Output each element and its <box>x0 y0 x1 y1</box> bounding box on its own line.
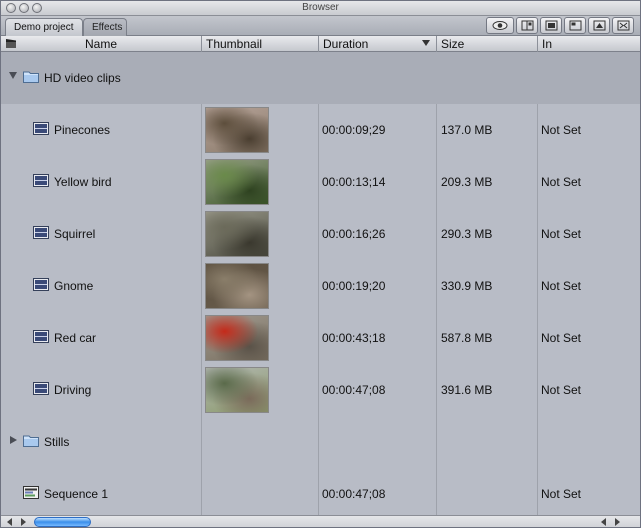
thumbnail-image[interactable] <box>205 211 269 257</box>
duration-value: 00:00:47;08 <box>322 383 386 397</box>
item-name: Driving <box>54 383 92 397</box>
clip-icon <box>33 226 49 239</box>
title-bar: Browser <box>1 1 640 16</box>
duration-value: 00:00:43;18 <box>322 331 386 345</box>
item-name: Gnome <box>54 279 94 293</box>
column-name[interactable]: Name <box>1 36 202 52</box>
column-in[interactable]: In <box>538 36 640 52</box>
size-value: 290.3 MB <box>441 227 493 241</box>
column-duration[interactable]: Duration <box>319 36 437 52</box>
thumbnail-image[interactable] <box>205 107 269 153</box>
column-name-label: Name <box>84 37 117 51</box>
in-value: Not Set <box>541 487 582 501</box>
scroll-left-end-icon[interactable] <box>7 518 12 526</box>
scrollbar-thumb[interactable] <box>34 517 91 527</box>
view-columns-icon <box>521 20 533 31</box>
duration-value: 00:00:19;20 <box>322 279 386 293</box>
column-thumbnail[interactable]: Thumbnail <box>202 36 319 52</box>
column-header: Name Thumbnail Duration Size In <box>1 36 640 52</box>
browser-window: Browser Demo project Effects Name Thumbn… <box>0 0 641 528</box>
column-in-label: In <box>542 37 553 51</box>
tab-strip: Demo project Effects <box>1 16 640 36</box>
size-value: 391.6 MB <box>441 383 493 397</box>
clip-icon <box>33 278 49 291</box>
view-toolbar <box>486 17 634 34</box>
duration-value: 00:00:13;14 <box>322 175 386 189</box>
eye-icon <box>492 21 508 30</box>
size-value: 330.9 MB <box>441 279 493 293</box>
medium-icons-button[interactable] <box>564 17 586 34</box>
eye-button[interactable] <box>486 17 514 34</box>
duration-value: 00:00:47;08 <box>322 487 386 501</box>
sequence-row[interactable]: Sequence 1 00:00:47;08 Not Set <box>1 468 640 520</box>
clip-row[interactable]: Driving 00:00:47;08 391.6 MB Not Set <box>1 364 640 416</box>
layout-icon <box>617 20 629 31</box>
in-value: Not Set <box>541 279 582 293</box>
thumbnail-image[interactable] <box>205 159 269 205</box>
folder-icon <box>23 435 39 447</box>
item-name: Sequence 1 <box>44 487 109 501</box>
folder-row[interactable]: HD video clips <box>1 52 640 104</box>
item-name: Squirrel <box>54 227 96 241</box>
size-value: 209.3 MB <box>441 175 493 189</box>
item-name: Stills <box>44 435 70 449</box>
in-value: Not Set <box>541 123 582 137</box>
small-icons-icon <box>593 20 605 31</box>
thumbnail-image[interactable] <box>205 315 269 361</box>
duration-value: 00:00:16;26 <box>322 227 386 241</box>
clip-icon <box>33 330 49 343</box>
large-icons-icon <box>545 20 557 31</box>
medium-icons-icon <box>569 20 581 31</box>
view-columns-button[interactable] <box>516 17 538 34</box>
size-value: 137.0 MB <box>441 123 493 137</box>
clip-icon <box>33 174 49 187</box>
in-value: Not Set <box>541 383 582 397</box>
column-thumbnail-label: Thumbnail <box>206 37 263 51</box>
clip-icon <box>33 382 49 395</box>
scroll-right-start-icon[interactable] <box>21 518 26 526</box>
clip-row[interactable]: Gnome 00:00:19;20 330.9 MB Not Set <box>1 260 640 312</box>
folder-icon <box>23 71 39 83</box>
clip-row[interactable]: Red car 00:00:43;18 587.8 MB Not Set <box>1 312 640 364</box>
large-icons-button[interactable] <box>540 17 562 34</box>
in-value: Not Set <box>541 175 582 189</box>
in-value: Not Set <box>541 227 582 241</box>
horizontal-scrollbar[interactable] <box>1 515 640 527</box>
clip-row[interactable]: Pinecones 00:00:09;29 137.0 MB Not Set <box>1 104 640 156</box>
tab-demo-project[interactable]: Demo project <box>5 18 83 36</box>
scroll-right-icon[interactable] <box>615 518 620 526</box>
duration-value: 00:00:09;29 <box>322 123 386 137</box>
thumbnail-image[interactable] <box>205 367 269 413</box>
item-name: Pinecones <box>54 123 111 137</box>
item-name: HD video clips <box>44 71 121 85</box>
sort-descending-icon <box>422 40 430 46</box>
in-value: Not Set <box>541 331 582 345</box>
disclosure-collapsed-icon[interactable] <box>10 436 17 444</box>
item-name: Yellow bird <box>54 175 112 189</box>
column-duration-label: Duration <box>323 37 369 51</box>
scroll-left-icon[interactable] <box>601 518 606 526</box>
item-name: Red car <box>54 331 97 345</box>
folder-row[interactable]: Stills <box>1 416 640 468</box>
disclosure-expanded-icon[interactable] <box>9 72 17 79</box>
column-size-label: Size <box>441 37 465 51</box>
tab-effects[interactable]: Effects <box>83 18 127 36</box>
sequence-icon <box>23 486 39 499</box>
size-value: 587.8 MB <box>441 331 493 345</box>
window-title: Browser <box>302 2 339 13</box>
clip-row[interactable]: Yellow bird 00:00:13;14 209.3 MB Not Set <box>1 156 640 208</box>
thumbnail-image[interactable] <box>205 263 269 309</box>
small-icons-button[interactable] <box>588 17 610 34</box>
clip-icon <box>33 122 49 135</box>
layout-button[interactable] <box>612 17 634 34</box>
clip-row[interactable]: Squirrel 00:00:16;26 290.3 MB Not Set <box>1 208 640 260</box>
browser-list: HD video clips Pinecones 00:00:09;29 137.0 … <box>1 52 640 515</box>
column-size[interactable]: Size <box>437 36 538 52</box>
